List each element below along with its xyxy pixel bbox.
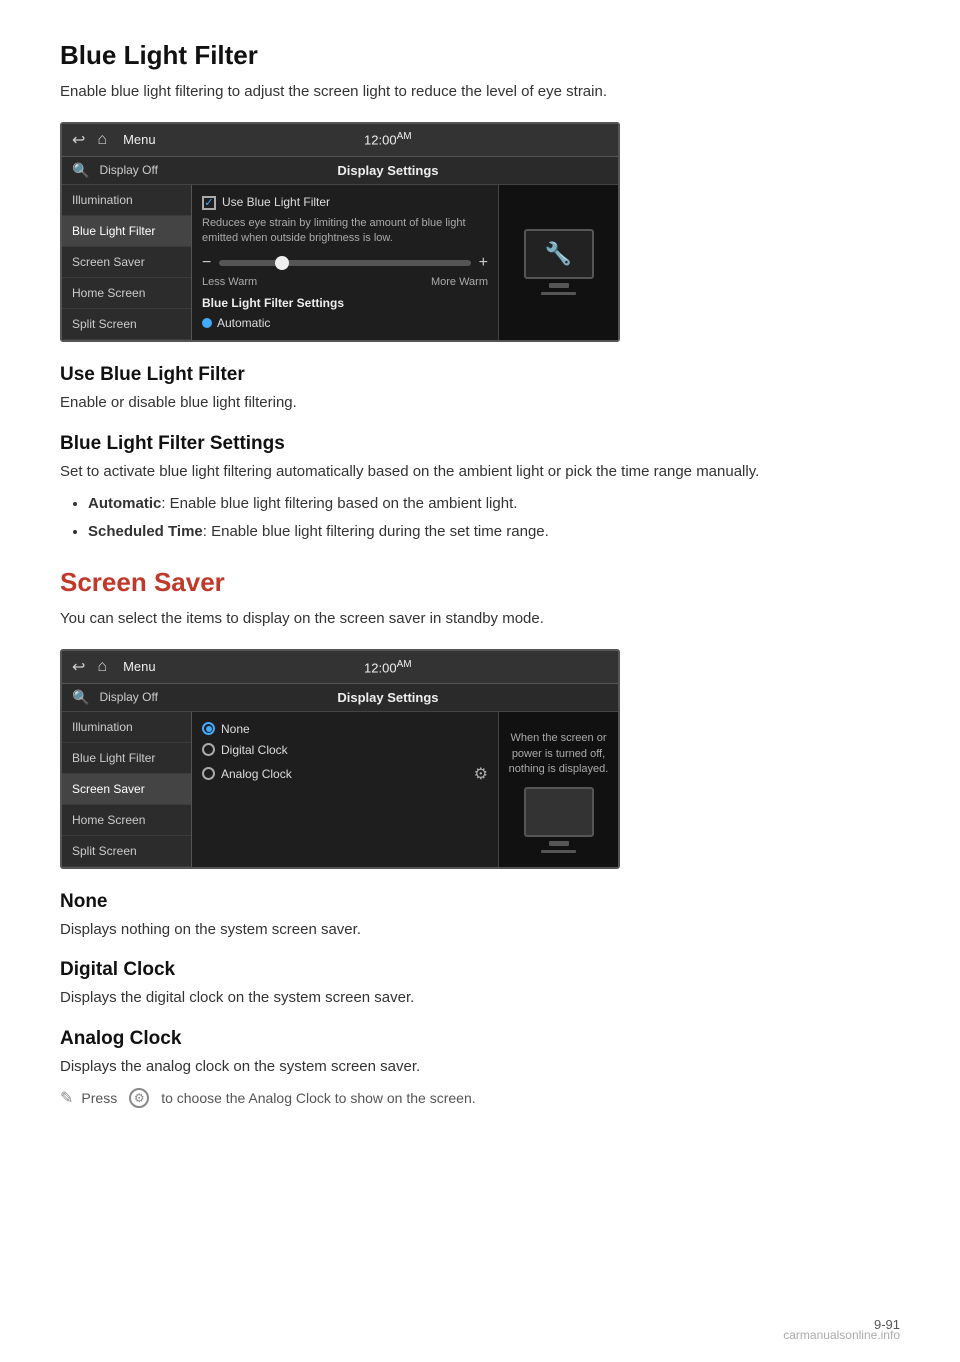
screen-saver-panel: ↩ ⌂ Menu 12:00AM 🔍 Display Off Display S… <box>60 649 620 869</box>
panel-sidebar-1: Illumination Blue Light Filter Screen Sa… <box>62 185 192 341</box>
slider-less-warm: Less Warm <box>202 276 257 288</box>
use-blf-subtitle: Use Blue Light Filter <box>60 364 900 386</box>
slider-plus-icon[interactable]: + <box>479 254 488 272</box>
analog-clock-subtitle: Analog Clock <box>60 1028 900 1050</box>
analog-note-line: ✎ Press ⚙ to choose the Analog Clock to … <box>60 1088 900 1108</box>
gear-icon-panel[interactable]: ⚙ <box>474 764 488 784</box>
tv-base <box>541 292 576 295</box>
panel-body-1: Illumination Blue Light Filter Screen Sa… <box>62 185 618 341</box>
note-press-label: Press <box>81 1090 117 1106</box>
none-desc: Displays nothing on the system screen sa… <box>60 919 900 942</box>
bullet-rest-scheduled: : Enable blue light filtering during the… <box>203 523 549 540</box>
back-icon-2[interactable]: ↩ <box>72 657 85 677</box>
use-blue-light-checkbox[interactable] <box>202 196 216 210</box>
digital-clock-desc: Displays the digital clock on the system… <box>60 987 900 1010</box>
tv-icon-2 <box>524 787 594 837</box>
bullet-rest-automatic: : Enable blue light filtering based on t… <box>161 495 517 512</box>
panel-subbar-1: 🔍 Display Off Display Settings <box>62 157 618 185</box>
bullet-bold-automatic: Automatic <box>88 495 161 512</box>
panel-content-2: None Digital Clock Analog Clock ⚙ <box>192 712 498 867</box>
slider-row: − + <box>202 254 488 272</box>
tv-stand-2 <box>549 841 569 846</box>
display-off-label-2: Display Off <box>99 690 157 704</box>
display-off-label-1: Display Off <box>99 163 157 177</box>
panel-content-1: Use Blue Light Filter Reduces eye strain… <box>192 185 498 341</box>
sidebar-item-bluelightfilter[interactable]: Blue Light Filter <box>62 216 191 247</box>
display-settings-label-2: Display Settings <box>168 690 608 705</box>
sidebar2-item-homescreen[interactable]: Home Screen <box>62 805 191 836</box>
panel-topbar-2: ↩ ⌂ Menu 12:00AM <box>62 651 618 684</box>
screen-saver-intro: You can select the items to display on t… <box>60 608 900 631</box>
slider-minus-icon[interactable]: − <box>202 254 211 272</box>
blf-settings-desc: Set to activate blue light filtering aut… <box>60 461 900 484</box>
panel-right-image-2: When the screen or power is turned off, … <box>498 712 618 867</box>
slider-more-warm: More Warm <box>431 276 488 288</box>
home-icon[interactable]: ⌂ <box>97 131 107 149</box>
automatic-label: Automatic <box>217 316 270 330</box>
slider-labels: Less Warm More Warm <box>202 276 488 288</box>
use-blue-light-checkbox-row[interactable]: Use Blue Light Filter <box>202 195 488 210</box>
blf-bullets: Automatic: Enable blue light filtering b… <box>88 493 900 543</box>
gear-icon-note[interactable]: ⚙ <box>129 1088 149 1108</box>
radio-digital[interactable] <box>202 743 215 756</box>
radio-none-label: None <box>221 722 250 736</box>
digital-clock-subtitle: Digital Clock <box>60 959 900 981</box>
blf-settings-label: Blue Light Filter Settings <box>202 296 488 310</box>
wrench-icon: 🔧 <box>545 241 572 267</box>
page-number: 9-91 <box>874 1317 900 1332</box>
automatic-dot <box>202 318 212 328</box>
radio-analog-label: Analog Clock <box>221 767 292 781</box>
back-icon[interactable]: ↩ <box>72 130 85 150</box>
tv-stand <box>549 283 569 288</box>
bullet-bold-scheduled: Scheduled Time <box>88 523 203 540</box>
sidebar2-item-bluelightfilter[interactable]: Blue Light Filter <box>62 743 191 774</box>
analog-clock-desc: Displays the analog clock on the system … <box>60 1056 900 1079</box>
note-label-2: to choose the Analog Clock to show on th… <box>161 1090 475 1106</box>
sidebar-item-screensaver[interactable]: Screen Saver <box>62 247 191 278</box>
sidebar-item-splitscreen[interactable]: Split Screen <box>62 309 191 340</box>
home-icon-2[interactable]: ⌂ <box>97 658 107 676</box>
sidebar-item-homescreen[interactable]: Home Screen <box>62 278 191 309</box>
sidebar2-item-splitscreen[interactable]: Split Screen <box>62 836 191 867</box>
blf-bullet-automatic: Automatic: Enable blue light filtering b… <box>88 493 900 516</box>
radio-analog[interactable] <box>202 767 215 780</box>
menu-label-2: Menu <box>123 659 156 674</box>
use-blf-desc: Enable or disable blue light filtering. <box>60 392 900 415</box>
panel-subbar-2: 🔍 Display Off Display Settings <box>62 684 618 712</box>
blue-light-filter-intro: Enable blue light filtering to adjust th… <box>60 81 900 104</box>
panel-body-2: Illumination Blue Light Filter Screen Sa… <box>62 712 618 867</box>
screen-saver-title: Screen Saver <box>60 567 900 598</box>
panel-right-image-1: 🔧 <box>498 185 618 341</box>
panel-sidebar-2: Illumination Blue Light Filter Screen Sa… <box>62 712 192 867</box>
blf-settings-subtitle: Blue Light Filter Settings <box>60 433 900 455</box>
none-subtitle: None <box>60 891 900 913</box>
radio-digital-label: Digital Clock <box>221 743 288 757</box>
slider-thumb <box>275 256 289 270</box>
search-icon[interactable]: 🔍 <box>72 162 89 179</box>
radio-none-row[interactable]: None <box>202 722 488 736</box>
time-label-2: 12:00AM <box>168 659 608 675</box>
tv-base-2 <box>541 850 576 853</box>
panel-right-note: When the screen or power is turned off, … <box>499 725 618 783</box>
sidebar-item-illumination[interactable]: Illumination <box>62 185 191 216</box>
slider-track[interactable] <box>219 260 470 266</box>
blue-light-filter-panel: ↩ ⌂ Menu 12:00AM 🔍 Display Off Display S… <box>60 122 620 343</box>
pencil-icon: ✎ <box>60 1088 73 1108</box>
sidebar2-item-screensaver[interactable]: Screen Saver <box>62 774 191 805</box>
panel-topbar-1: ↩ ⌂ Menu 12:00AM <box>62 124 618 157</box>
automatic-row: Automatic <box>202 316 488 330</box>
sidebar2-item-illumination[interactable]: Illumination <box>62 712 191 743</box>
display-settings-label-1: Display Settings <box>168 163 608 178</box>
menu-label: Menu <box>123 132 156 147</box>
use-blue-light-label: Use Blue Light Filter <box>222 195 330 209</box>
time-label: 12:00AM <box>168 131 608 147</box>
search-icon-2[interactable]: 🔍 <box>72 689 89 706</box>
radio-analog-row[interactable]: Analog Clock ⚙ <box>202 764 488 784</box>
blue-light-filter-title: Blue Light Filter <box>60 40 900 71</box>
blue-light-desc: Reduces eye strain by limiting the amoun… <box>202 216 488 247</box>
tv-icon-1: 🔧 <box>524 229 594 279</box>
blf-bullet-scheduled: Scheduled Time: Enable blue light filter… <box>88 521 900 544</box>
radio-digital-row[interactable]: Digital Clock <box>202 743 488 757</box>
radio-none[interactable] <box>202 722 215 735</box>
